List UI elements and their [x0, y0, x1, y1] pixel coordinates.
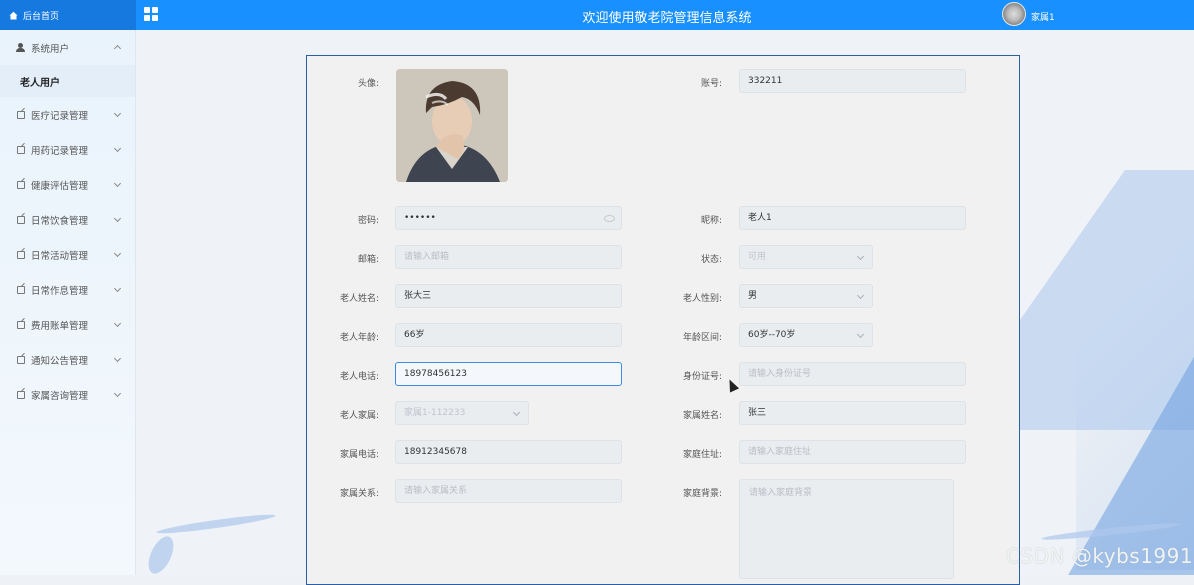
avatar[interactable] [1002, 2, 1026, 26]
sidebar-item-label: 费用账单管理 [31, 320, 89, 332]
watermark: CSDN @kybs1991 [1006, 544, 1194, 568]
chevron-down-icon [113, 179, 122, 188]
sidebar-item-consult[interactable]: 家属咨询管理 [0, 377, 135, 412]
password-field[interactable]: •••••• [395, 206, 622, 230]
chevron-down-icon [113, 144, 122, 153]
name-label: 老人姓名: [339, 294, 379, 304]
family-label: 老人家属: [339, 411, 379, 421]
sidebar-item-notice[interactable]: 通知公告管理 [0, 342, 135, 377]
gender-select[interactable]: 男 [739, 284, 873, 308]
chevron-down-icon [856, 291, 865, 300]
chevron-down-icon [856, 330, 865, 339]
family-name-label: 家属姓名: [682, 411, 722, 421]
edit-icon [17, 180, 25, 189]
home-link[interactable]: 后台首页 [0, 0, 136, 30]
grid-menu-icon[interactable] [144, 7, 158, 21]
chevron-down-icon [113, 354, 122, 363]
sidebar-item-health[interactable]: 健康评估管理 [0, 167, 135, 202]
gender-label: 老人性别: [682, 294, 722, 304]
sidebar-item-label: 健康评估管理 [31, 180, 89, 192]
chevron-down-icon [856, 252, 865, 261]
phone-label: 老人电话: [339, 372, 379, 382]
sidebar-item-medication[interactable]: 用药记录管理 [0, 132, 135, 167]
sidebar-item-label: 用药记录管理 [31, 145, 89, 157]
password-label: 密码: [357, 216, 379, 226]
avatar-image[interactable] [396, 69, 508, 182]
edit-icon [17, 145, 25, 154]
status-select[interactable]: 可用 [739, 245, 873, 269]
home-icon [9, 11, 18, 20]
family-phone-field[interactable]: 18912345678 [395, 440, 622, 464]
top-bar: 后台首页 欢迎使用敬老院管理信息系统 家属1 [0, 0, 1194, 30]
chevron-down-icon [113, 249, 122, 258]
family-name-field[interactable]: 张三 [739, 401, 966, 425]
home-address-field[interactable]: 请输入家庭住址 [739, 440, 966, 464]
sidebar-subitem-elderly-users[interactable]: 老人用户 [0, 65, 135, 97]
background-decoration [156, 511, 276, 537]
chevron-up-icon [113, 44, 122, 53]
chevron-down-icon [113, 284, 122, 293]
status-value: 可用 [748, 252, 767, 262]
edit-icon [17, 285, 25, 294]
phone-field[interactable]: 18978456123 [395, 362, 622, 386]
avatar-label: 头像: [357, 79, 379, 89]
age-range-select[interactable]: 60岁--70岁 [739, 323, 873, 347]
edit-icon [17, 390, 25, 399]
idcard-field[interactable]: 请输入身份证号 [739, 362, 966, 386]
nickname-label: 昵称: [700, 216, 722, 226]
chevron-down-icon [113, 109, 122, 118]
eye-icon[interactable] [604, 215, 615, 222]
background-textarea[interactable]: 请输入家庭背景 [739, 479, 954, 579]
chevron-down-icon [512, 408, 521, 417]
sidebar: 系统用户 老人用户 医疗记录管理 用药记录管理 健康评估管理 日常饮食管理 日常… [0, 30, 136, 575]
family-phone-label: 家属电话: [339, 450, 379, 460]
background-label: 家庭背景: [682, 489, 722, 499]
sidebar-item-label: 家属咨询管理 [31, 390, 89, 402]
edit-icon [17, 250, 25, 259]
sidebar-item-label: 医疗记录管理 [31, 110, 89, 122]
sidebar-item-label: 日常作息管理 [31, 285, 89, 297]
name-field[interactable]: 张大三 [395, 284, 622, 308]
user-icon [16, 43, 25, 52]
home-address-label: 家庭住址: [682, 450, 722, 460]
sidebar-item-schedule[interactable]: 日常作息管理 [0, 272, 135, 307]
edit-icon [17, 320, 25, 329]
email-field[interactable]: 请输入邮箱 [395, 245, 622, 269]
sidebar-item-diet[interactable]: 日常饮食管理 [0, 202, 135, 237]
background-decoration [143, 532, 179, 575]
sidebar-item-label: 通知公告管理 [31, 355, 89, 367]
edit-icon [17, 355, 25, 364]
relation-field[interactable]: 请输入家属关系 [395, 479, 622, 503]
edit-icon [17, 110, 25, 119]
family-value: 家属1-112233 [404, 408, 466, 418]
email-label: 邮箱: [357, 255, 379, 265]
account-field[interactable]: 332211 [739, 69, 966, 93]
user-form: 头像: 账号: 332211 密码: •••••• 昵称: 老人1 邮箱: 请输… [306, 55, 1020, 585]
password-value: •••••• [404, 213, 436, 223]
age-range-value: 60岁--70岁 [748, 330, 796, 340]
sidebar-item-label: 系统用户 [31, 43, 70, 55]
chevron-down-icon [113, 389, 122, 398]
status-label: 状态: [700, 255, 722, 265]
gender-value: 男 [748, 291, 758, 301]
username[interactable]: 家属1 [1031, 10, 1055, 23]
sidebar-item-billing[interactable]: 费用账单管理 [0, 307, 135, 342]
nickname-field[interactable]: 老人1 [739, 206, 966, 230]
idcard-label: 身份证号: [682, 372, 722, 382]
sidebar-item-activity[interactable]: 日常活动管理 [0, 237, 135, 272]
sidebar-item-label: 日常饮食管理 [31, 215, 89, 227]
sidebar-item-label: 日常活动管理 [31, 250, 89, 262]
age-label: 老人年龄: [339, 333, 379, 343]
age-range-label: 年龄区间: [682, 333, 722, 343]
sidebar-item-medical[interactable]: 医疗记录管理 [0, 97, 135, 132]
sidebar-item-system-users[interactable]: 系统用户 [0, 30, 135, 65]
age-field[interactable]: 66岁 [395, 323, 622, 347]
chevron-down-icon [113, 319, 122, 328]
family-select[interactable]: 家属1-112233 [395, 401, 529, 425]
chevron-down-icon [113, 214, 122, 223]
edit-icon [17, 215, 25, 224]
brand-label: 后台首页 [23, 11, 60, 22]
account-label: 账号: [700, 79, 722, 89]
relation-label: 家属关系: [339, 489, 379, 499]
